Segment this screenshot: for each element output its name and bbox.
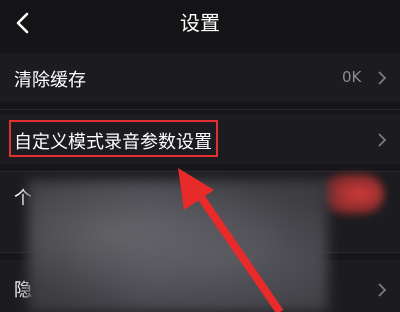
annotation-arrow-icon xyxy=(178,168,284,312)
